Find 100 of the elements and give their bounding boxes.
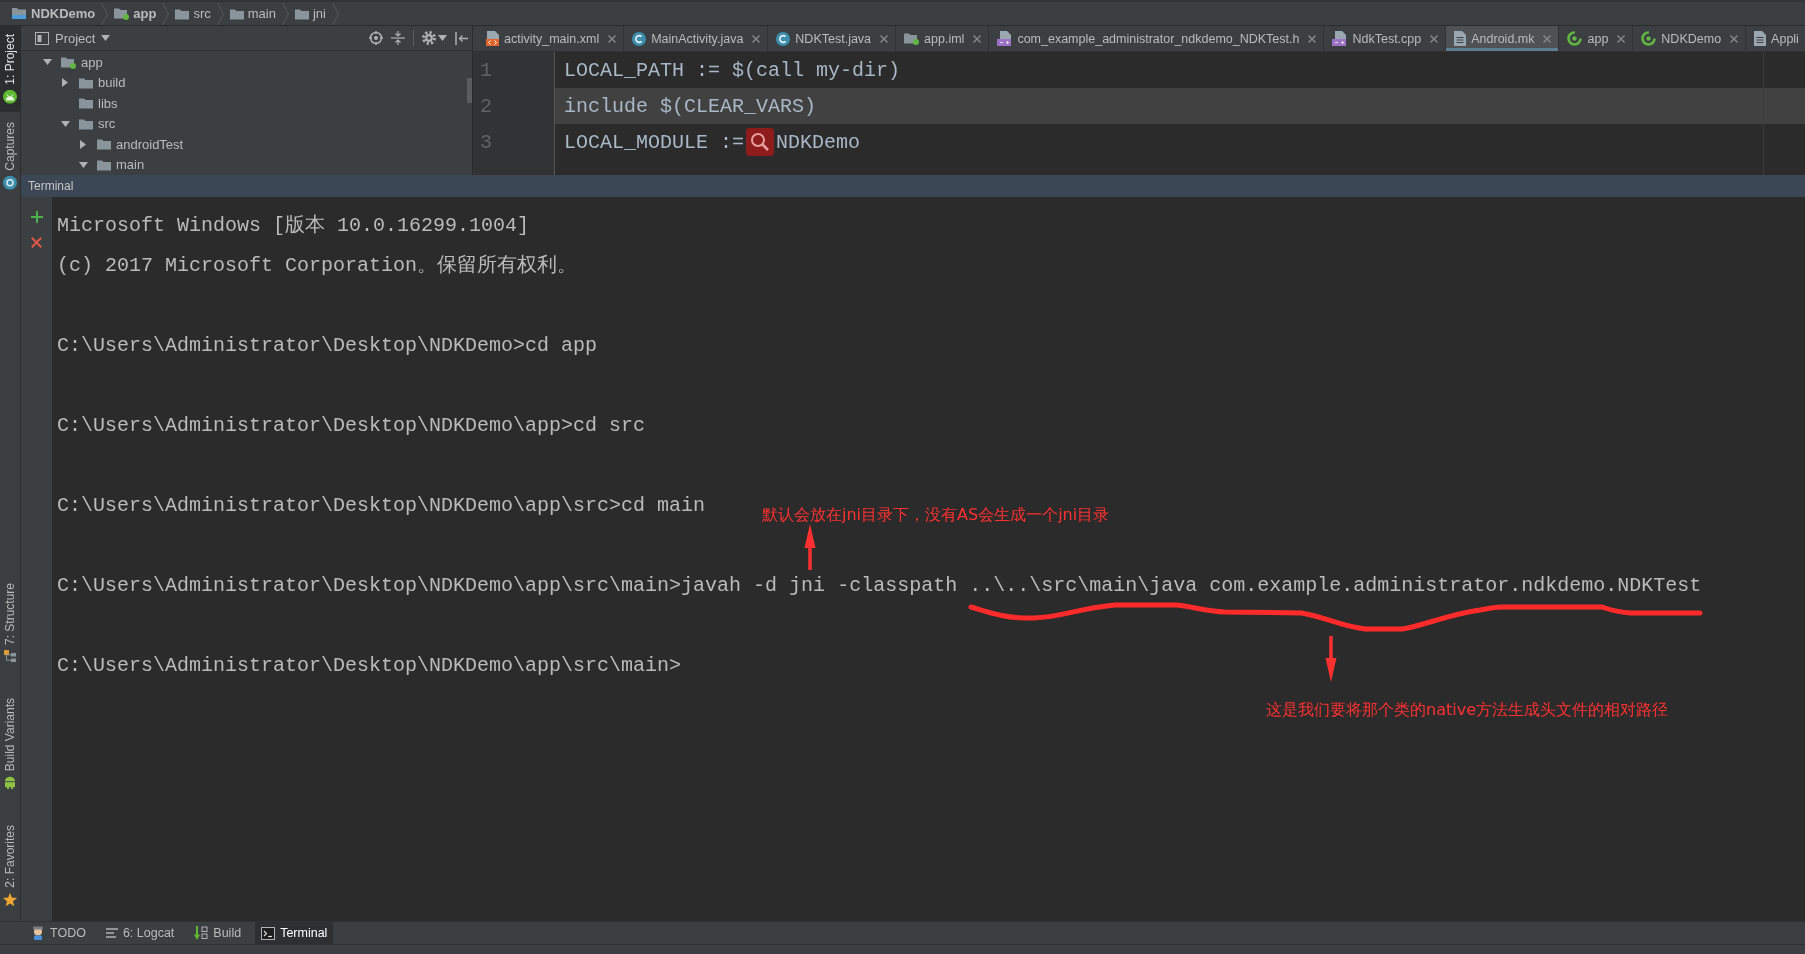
hide-panel-icon[interactable] bbox=[455, 31, 468, 45]
breadcrumb-item[interactable]: NDKDemo bbox=[9, 2, 99, 25]
folder-icon bbox=[61, 55, 76, 69]
folder-icon bbox=[97, 138, 111, 151]
folder-icon bbox=[79, 97, 93, 110]
code-text: LOCAL_MODULE := bbox=[564, 130, 745, 154]
chevron-icon bbox=[216, 2, 224, 25]
annotation-arrow bbox=[1324, 636, 1338, 682]
terminal-icon bbox=[261, 926, 276, 940]
add-icon[interactable] bbox=[30, 211, 43, 223]
xml-file-icon bbox=[486, 31, 499, 46]
editor-tab[interactable]: Appli bbox=[1746, 26, 1805, 51]
terminal-line: C:\Users\Administrator\Desktop\NDKDemo>cd app bbox=[57, 334, 598, 358]
caret-down-icon[interactable] bbox=[60, 120, 70, 127]
folder-icon bbox=[79, 76, 93, 89]
code-text: include $(CLEAR_VARS) bbox=[564, 94, 817, 118]
close-icon[interactable] bbox=[608, 34, 617, 43]
close-icon[interactable] bbox=[1430, 34, 1439, 43]
tool-window-button[interactable]: 7: Structure bbox=[0, 575, 20, 671]
folder-icon bbox=[294, 7, 309, 20]
search-icon[interactable] bbox=[746, 128, 775, 156]
editor-tab[interactable]: NDKDemo bbox=[1633, 26, 1747, 51]
folder-icon bbox=[114, 7, 130, 20]
person-icon bbox=[31, 926, 45, 940]
chevron-icon bbox=[162, 2, 170, 25]
lens-icon bbox=[3, 175, 17, 190]
tree-item[interactable]: src bbox=[59, 113, 116, 134]
editor-tab[interactable]: MainActivity.java bbox=[624, 26, 769, 51]
scrollbar-thumb[interactable] bbox=[467, 78, 472, 103]
close-icon[interactable] bbox=[880, 34, 889, 43]
terminal-line: C:\Users\Administrator\Desktop\NDKDemo\app\src>cd main bbox=[57, 494, 706, 518]
settings-icon[interactable] bbox=[422, 31, 436, 45]
tool-window-button[interactable]: Captures bbox=[0, 113, 20, 198]
close-icon[interactable] bbox=[1308, 34, 1317, 43]
close-icon[interactable] bbox=[973, 34, 982, 43]
ring-icon bbox=[1567, 31, 1583, 46]
caret-right-icon[interactable] bbox=[80, 139, 86, 149]
caret-right-icon[interactable] bbox=[62, 78, 68, 88]
terminal-line: C:\Users\Administrator\Desktop\NDKDemo\app>cd src bbox=[57, 414, 646, 438]
file-icon bbox=[1454, 31, 1467, 46]
tool-window-button[interactable]: Terminal bbox=[255, 922, 334, 944]
tree-item[interactable]: androidTest bbox=[77, 134, 184, 155]
crosshair-icon[interactable] bbox=[369, 31, 383, 45]
editor-tab[interactable]: NDKTest.java bbox=[768, 26, 897, 51]
breadcrumb-item[interactable]: jni bbox=[291, 2, 329, 25]
code-text: LOCAL_PATH := $(call my-dir) bbox=[564, 58, 901, 82]
star-icon bbox=[3, 893, 17, 907]
tree-item[interactable]: app bbox=[41, 52, 103, 73]
close-icon[interactable] bbox=[752, 34, 761, 43]
tree-item[interactable]: libs bbox=[59, 93, 118, 114]
editor-tab[interactable]: Android.mk bbox=[1446, 26, 1560, 51]
arrow-down-icon bbox=[194, 926, 209, 940]
class-icon bbox=[632, 31, 647, 46]
panel-title: Terminal bbox=[28, 179, 74, 193]
terminal-line: C:\Users\Administrator\Desktop\NDKDemo\app\src\main> bbox=[57, 654, 682, 678]
tool-window-button[interactable]: Build bbox=[188, 922, 248, 944]
chevron-icon bbox=[101, 2, 109, 25]
annotation-text: 默认会放在jni目录下，没有AS会生成一个jni目录 bbox=[762, 505, 1110, 525]
class-icon bbox=[776, 31, 791, 46]
editor-tab[interactable]: NdkTest.cpp bbox=[1324, 26, 1447, 51]
terminal-line: C:\Users\Administrator\Desktop\NDKDemo\app\src\main>javah -d jni -classpath ..\..\src\main\java com.example.administrator.ndkdemo.NDKTest bbox=[57, 574, 1702, 598]
android-icon bbox=[4, 776, 16, 790]
android-icon bbox=[3, 89, 17, 104]
tool-window-button[interactable]: 6: Logcat bbox=[99, 922, 181, 944]
folder-icon bbox=[12, 7, 27, 20]
caret-down-icon[interactable] bbox=[438, 35, 447, 41]
editor-tab[interactable]: activity_main.xml bbox=[478, 26, 625, 51]
cpp-file-icon bbox=[997, 31, 1013, 46]
breadcrumb-item[interactable]: main bbox=[226, 2, 279, 25]
ring-icon bbox=[1641, 31, 1657, 46]
file-icon bbox=[1754, 31, 1767, 46]
editor-tab[interactable]: app bbox=[1559, 26, 1634, 51]
caret-down-icon bbox=[101, 35, 111, 41]
close-icon[interactable] bbox=[1543, 34, 1552, 43]
folder-icon bbox=[97, 158, 111, 171]
tool-window-button[interactable]: Build Variants bbox=[0, 690, 20, 798]
annotation-text: 这是我们要将那个类的native方法生成头文件的相对路径 bbox=[1266, 700, 1668, 720]
folder-icon bbox=[79, 117, 93, 130]
tree-item[interactable]: main bbox=[77, 154, 145, 175]
collapse-icon[interactable] bbox=[391, 31, 405, 45]
close-icon[interactable] bbox=[1617, 34, 1626, 43]
panel-icon bbox=[35, 31, 49, 45]
folder-icon bbox=[229, 7, 244, 20]
tool-window-button[interactable]: 2: Favorites bbox=[0, 817, 20, 915]
tool-window-button[interactable]: 1: Project bbox=[0, 26, 20, 112]
code-text: NDKDemo bbox=[776, 130, 861, 154]
caret-down-icon[interactable] bbox=[42, 59, 52, 66]
chevron-icon bbox=[331, 2, 339, 25]
caret-down-icon[interactable] bbox=[78, 161, 88, 168]
view-dropdown[interactable]: Project bbox=[32, 28, 114, 48]
close-icon[interactable] bbox=[31, 237, 42, 248]
editor-tab[interactable]: app.iml bbox=[896, 26, 990, 51]
breadcrumb-item[interactable]: src bbox=[172, 2, 214, 25]
tool-window-button[interactable]: TODO bbox=[25, 922, 92, 944]
editor-tab[interactable]: com_example_administrator_ndkdemo_NDKTest.h bbox=[989, 26, 1325, 51]
terminal-line: Microsoft Windows [版本 10.0.16299.1004] bbox=[57, 214, 530, 238]
structure-icon bbox=[4, 650, 16, 663]
close-icon[interactable] bbox=[1730, 34, 1739, 43]
breadcrumb-item[interactable]: app bbox=[111, 2, 160, 25]
tree-item[interactable]: build bbox=[59, 72, 126, 93]
